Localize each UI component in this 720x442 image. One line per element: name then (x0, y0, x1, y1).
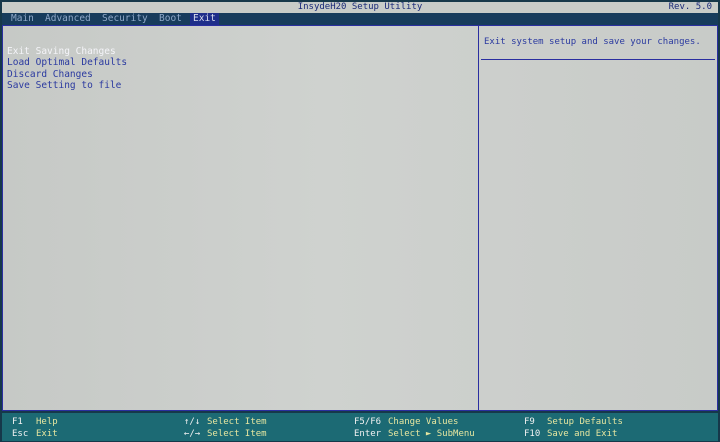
key-group-select-item: ↑/↓ Select Item ←/→ Select Item (184, 416, 267, 440)
up-down-description: Select Item (207, 417, 267, 427)
help-divider (481, 59, 715, 60)
title-bar: InsydeH20 Setup Utility Rev. 5.0 (2, 2, 718, 13)
bios-screen: InsydeH20 Setup Utility Rev. 5.0 Main Ad… (0, 0, 720, 442)
help-text: Exit system setup and save your changes. (484, 37, 701, 47)
load-optimal-defaults-item[interactable]: Load Optimal Defaults (7, 57, 127, 68)
exit-options-list: Exit Saving Changes Load Optimal Default… (7, 46, 127, 91)
key-group-help-exit: F1 Help Esc Exit (12, 416, 58, 440)
esc-description: Exit (36, 429, 58, 439)
key-legend-footer: F1 Help Esc Exit ↑/↓ Select Item ←/→ Select … (2, 413, 718, 441)
f1-key: F1 (12, 417, 23, 427)
tab-advanced[interactable]: Advanced (42, 13, 94, 25)
tab-exit[interactable]: Exit (190, 13, 219, 25)
esc-key: Esc (12, 429, 29, 439)
f5-f6-key: F5/F6 (354, 417, 382, 427)
f10-key: F10 (524, 429, 541, 439)
menu-bar: Main Advanced Security Boot Exit (2, 13, 718, 25)
exit-saving-changes-item[interactable]: Exit Saving Changes (7, 46, 127, 57)
help-panel: Exit system setup and save your changes. (479, 26, 717, 410)
f10-description: Save and Exit (547, 429, 618, 439)
discard-changes-item[interactable]: Discard Changes (7, 69, 127, 80)
options-panel: Exit Saving Changes Load Optimal Default… (3, 26, 479, 410)
f5-f6-description: Change Values (388, 417, 459, 427)
up-down-key: ↑/↓ (184, 417, 201, 427)
tab-security[interactable]: Security (99, 13, 151, 25)
enter-description: Select ► SubMenu (388, 429, 475, 439)
key-group-defaults-save: F9 Setup Defaults F10 Save and Exit (524, 416, 623, 440)
revision-label: Rev. 5.0 (668, 2, 712, 12)
tab-main[interactable]: Main (8, 13, 37, 25)
f9-key: F9 (524, 417, 535, 427)
save-setting-to-file-item[interactable]: Save Setting to file (7, 80, 127, 91)
key-group-change-values: F5/F6 Change Values Enter Select ► SubMenu (354, 416, 475, 440)
left-right-key: ←/→ (184, 429, 201, 439)
setup-body: Exit Saving Changes Load Optimal Default… (2, 25, 718, 411)
f1-description: Help (36, 417, 58, 427)
left-right-description: Select Item (207, 429, 267, 439)
f9-description: Setup Defaults (547, 417, 623, 427)
app-title: InsydeH20 Setup Utility (297, 2, 423, 12)
enter-key: Enter (354, 429, 382, 439)
tab-boot[interactable]: Boot (156, 13, 185, 25)
